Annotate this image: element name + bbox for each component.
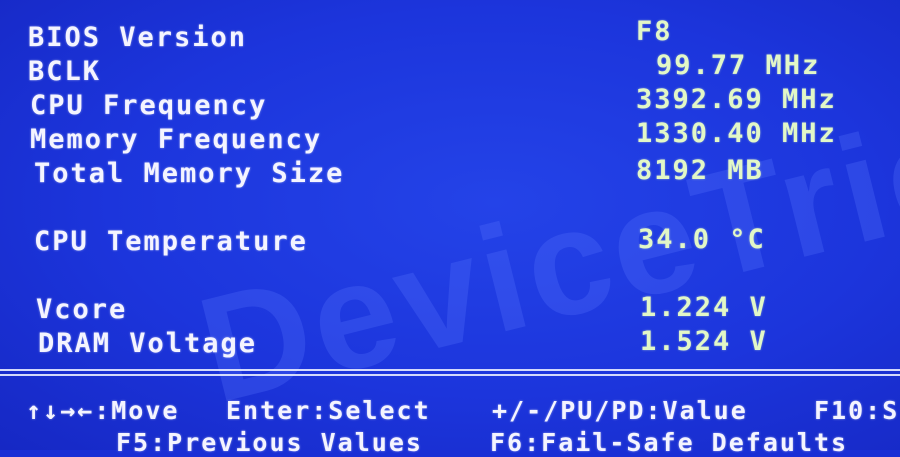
bios-version-label: BIOS Version — [28, 22, 248, 53]
cpu-temperature-value: 34.0 °C — [638, 224, 766, 255]
memory-frequency-label: Memory Frequency — [30, 124, 323, 155]
bios-version-value: F8 — [636, 16, 673, 47]
footer-value-hint: +/-/PU/PD:Value — [492, 396, 748, 425]
bios-screen: DeviceTricks BIOS Version F8 BCLK 99.77 … — [0, 0, 900, 457]
memory-frequency-value: 1330.40 MHz — [636, 118, 837, 149]
dram-voltage-label: DRAM Voltage — [38, 328, 258, 359]
footer-f10-hint: F10:S — [814, 396, 900, 425]
total-memory-size-label: Total Memory Size — [34, 158, 345, 189]
dram-voltage-value: 1.524 V — [640, 326, 768, 357]
footer-divider-bottom — [0, 374, 900, 376]
cpu-frequency-label: CPU Frequency — [30, 90, 268, 121]
footer-move-hint: ↑↓→←:Move — [26, 396, 180, 425]
total-memory-size-value: 8192 MB — [636, 155, 764, 186]
bclk-value: 99.77 MHz — [656, 50, 821, 81]
bclk-label: BCLK — [28, 56, 102, 87]
vcore-label: Vcore — [36, 294, 128, 325]
footer-f6-hint: F6:Fail-Safe Defaults — [490, 428, 849, 457]
footer-f5-hint: F5:Previous Values — [116, 428, 423, 457]
footer-divider-top — [0, 369, 900, 371]
vcore-value: 1.224 V — [640, 292, 768, 323]
footer-select-hint: Enter:Select — [226, 396, 431, 425]
cpu-temperature-label: CPU Temperature — [34, 226, 308, 257]
cpu-frequency-value: 3392.69 MHz — [636, 84, 837, 115]
